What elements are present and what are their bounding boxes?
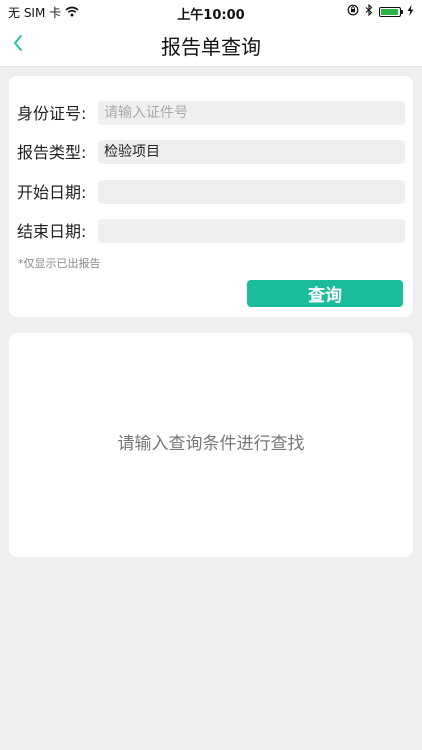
end-date-field[interactable]: [98, 219, 405, 243]
report-type-label: 报告类型:: [17, 143, 87, 162]
end-date-row: 结束日期:: [9, 219, 413, 245]
id-number-input[interactable]: [98, 101, 405, 125]
bluetooth-icon: [365, 3, 373, 19]
result-card: 请输入查询条件进行查找: [9, 333, 413, 557]
report-note: *仅显示已出报告: [18, 257, 101, 270]
report-type-row: 报告类型: 检验项目: [9, 140, 413, 166]
query-form-card: 身份证号: 报告类型: 检验项目 开始日期: 结束日期: *仅显示已出报告 查询: [9, 76, 413, 317]
nav-bar: 报告单查询: [0, 22, 422, 67]
empty-state-message: 请输入查询条件进行查找: [117, 434, 305, 454]
id-number-label: 身份证号:: [17, 104, 87, 123]
status-bar: 无 SIM 卡 上午10:00: [0, 0, 422, 23]
start-date-label: 开始日期:: [17, 183, 87, 202]
battery-fill: [381, 8, 399, 15]
start-date-row: 开始日期:: [9, 180, 413, 206]
query-button[interactable]: 查询: [247, 280, 403, 307]
charging-icon: [407, 4, 414, 19]
id-number-row: 身份证号:: [9, 101, 413, 127]
start-date-field[interactable]: [98, 180, 405, 204]
page-title: 报告单查询: [161, 35, 261, 59]
battery-icon: [379, 6, 403, 17]
orientation-lock-icon: [347, 4, 359, 19]
status-right: [347, 3, 414, 19]
report-type-select[interactable]: 检验项目: [98, 140, 405, 164]
end-date-label: 结束日期:: [17, 222, 87, 241]
